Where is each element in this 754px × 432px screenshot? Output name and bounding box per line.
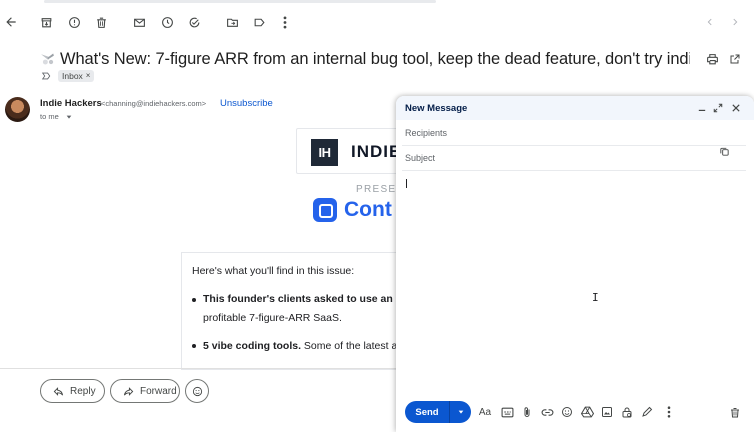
divider <box>0 368 396 369</box>
template-icon[interactable] <box>499 404 515 420</box>
bullet-dot <box>192 298 196 302</box>
mark-unread-icon[interactable] <box>131 14 147 30</box>
move-to-icon[interactable] <box>224 14 240 30</box>
forward-label: Forward <box>140 385 177 397</box>
sender-name[interactable]: Indie Hackers <box>40 98 102 109</box>
remove-label-icon[interactable]: × <box>86 72 91 80</box>
expand-icon[interactable] <box>712 102 724 114</box>
inbox-label-chip[interactable]: Inbox × <box>58 70 95 82</box>
ih-logo-mark: IH <box>311 139 338 166</box>
chevron-down-icon <box>458 410 463 414</box>
issue-intro: Here's what you'll find in this issue: <box>192 265 355 277</box>
importance-marker-icon[interactable] <box>40 70 52 82</box>
more-vert-icon[interactable] <box>277 14 293 30</box>
emoji-reaction-button[interactable] <box>185 379 209 403</box>
emoji-icon <box>192 386 202 396</box>
newer-icon[interactable] <box>702 14 718 30</box>
emoji-icon[interactable] <box>559 404 575 420</box>
ih-logo-word: INDIE <box>351 142 402 161</box>
open-new-window-icon[interactable] <box>727 51 743 67</box>
forward-icon <box>123 386 134 396</box>
bullet-2: 5 vibe coding tools. Some of the latest … <box>203 340 397 352</box>
snooze-icon[interactable] <box>159 14 175 30</box>
copy-icon[interactable] <box>713 141 735 161</box>
bullet-2-title: 5 vibe coding tools. <box>203 340 302 352</box>
recipient-line: to me <box>40 112 59 121</box>
add-task-icon[interactable] <box>186 14 202 30</box>
compose-title: New Message <box>405 103 468 114</box>
discard-icon[interactable] <box>727 404 743 420</box>
older-icon[interactable] <box>727 14 743 30</box>
divider <box>402 170 746 171</box>
photo-icon[interactable] <box>599 404 615 420</box>
reply-icon <box>53 386 64 396</box>
archive-icon[interactable] <box>38 14 54 30</box>
print-icon[interactable] <box>704 51 720 67</box>
attach-icon[interactable] <box>519 404 535 420</box>
reply-button[interactable]: Reply <box>40 379 105 403</box>
bullet-1-line-2: profitable 7-figure-ARR SaaS. <box>203 312 342 324</box>
bullet-dot <box>192 344 196 348</box>
chevron-down-icon <box>66 115 72 119</box>
sponsor-logo-icon <box>313 198 337 222</box>
confidential-icon[interactable] <box>619 404 635 420</box>
divider <box>402 145 746 146</box>
label-chip-text: Inbox <box>62 71 83 81</box>
signature-icon[interactable] <box>639 404 655 420</box>
drive-icon[interactable] <box>579 404 595 420</box>
forward-button[interactable]: Forward <box>110 379 180 403</box>
loading-bar <box>0 0 754 3</box>
report-spam-icon[interactable] <box>66 14 82 30</box>
recipient-details[interactable]: to me <box>40 112 73 121</box>
unsubscribe-link[interactable]: Unsubscribe <box>220 98 273 109</box>
more-options-icon[interactable] <box>661 404 677 420</box>
minimize-icon[interactable] <box>696 102 708 114</box>
email-subject: What's New: 7-figure ARR from an interna… <box>60 50 690 68</box>
label-icon[interactable] <box>251 14 267 30</box>
back-icon[interactable] <box>3 14 19 30</box>
subject-emoji-icon <box>38 50 56 66</box>
send-label[interactable]: Send <box>405 401 449 423</box>
bullet-2-text: Some of the latest a <box>301 340 398 352</box>
close-icon[interactable] <box>730 102 742 114</box>
reply-label: Reply <box>70 385 96 397</box>
mouse-pointer: I <box>592 291 599 304</box>
sender-avatar[interactable] <box>5 97 30 122</box>
bullet-1-line-1: This founder's clients asked to use an i… <box>203 293 406 305</box>
recipients-field[interactable]: Recipients <box>405 128 447 138</box>
formatting-icon[interactable]: Aa <box>477 404 493 420</box>
subject-field[interactable]: Subject <box>405 153 435 163</box>
send-options-button[interactable] <box>450 401 471 423</box>
message-body-field[interactable] <box>402 174 746 394</box>
link-icon[interactable] <box>539 404 555 420</box>
sponsor-name: Cont <box>344 198 392 221</box>
sender-email: <channing@indiehackers.com> <box>101 99 207 108</box>
delete-icon[interactable] <box>93 14 109 30</box>
